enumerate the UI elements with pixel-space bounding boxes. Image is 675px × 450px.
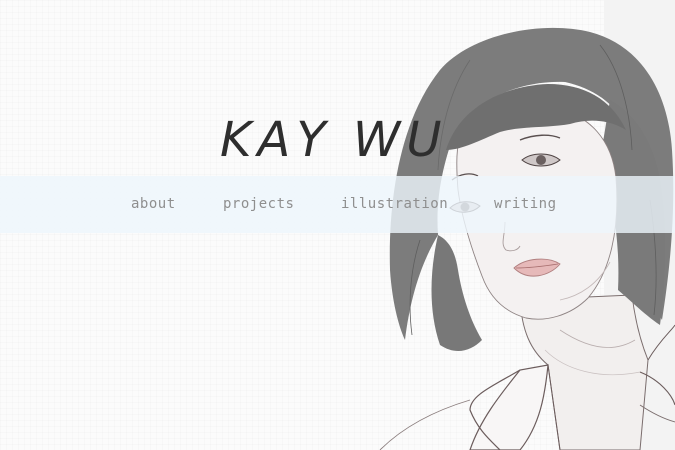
nav-link-about[interactable]: about	[131, 196, 176, 212]
page: KAY WU about projects illustration writi…	[0, 0, 675, 450]
main-navigation: about projects illustration writing	[0, 176, 675, 233]
nav-link-writing[interactable]: writing	[494, 196, 557, 212]
navigation-bar: about projects illustration writing	[0, 176, 675, 233]
site-title: KAY WU	[220, 112, 448, 168]
nav-link-illustration[interactable]: illustration	[341, 196, 448, 212]
nav-link-projects[interactable]: projects	[223, 196, 294, 212]
